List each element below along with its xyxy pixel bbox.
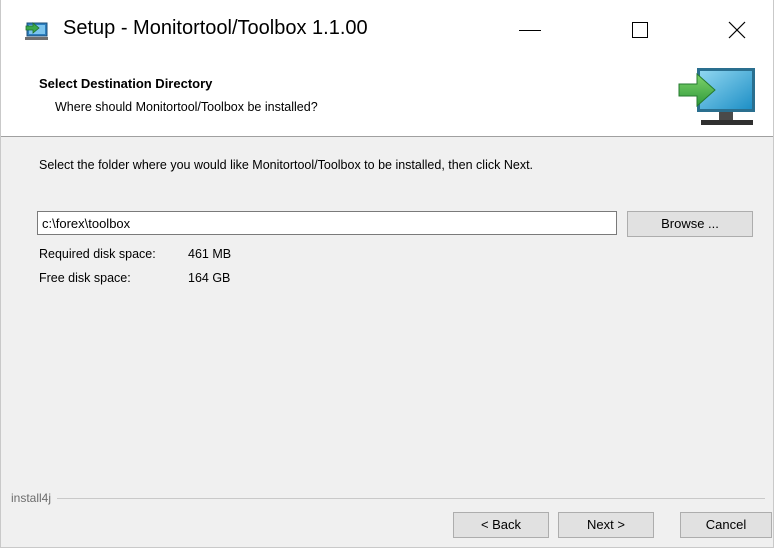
minimize-icon	[519, 29, 541, 31]
free-space-row: Free disk space: 164 GB	[39, 271, 230, 285]
install-arrow-icon	[25, 22, 48, 40]
back-button[interactable]: < Back	[453, 512, 549, 538]
maximize-icon	[632, 22, 648, 38]
monitor-arrow-icon	[678, 68, 755, 125]
browse-button[interactable]: Browse ...	[627, 211, 753, 237]
instruction-text: Select the folder where you would like M…	[39, 158, 534, 172]
title-bar[interactable]: Setup - Monitortool/Toolbox 1.1.00	[1, 0, 773, 60]
cancel-button[interactable]: Cancel	[680, 512, 772, 538]
page-subtitle: Where should Monitortool/Toolbox be inst…	[55, 100, 318, 114]
free-space-value: 164 GB	[188, 271, 231, 285]
required-space-row: Required disk space: 461 MB	[39, 247, 231, 261]
close-button[interactable]	[701, 0, 773, 60]
page-title: Select Destination Directory	[39, 76, 213, 91]
install4j-branding: install4j	[11, 491, 58, 505]
maximize-button[interactable]	[604, 0, 676, 60]
required-space-label: Required disk space:	[39, 247, 156, 261]
wizard-header: Select Destination Directory Where shoul…	[1, 60, 773, 137]
setup-window: Setup - Monitortool/Toolbox 1.1.00 Selec…	[0, 0, 774, 548]
destination-path-input[interactable]	[37, 211, 617, 235]
free-space-label: Free disk space:	[39, 271, 131, 285]
required-space-value: 461 MB	[188, 247, 232, 261]
window-title: Setup - Monitortool/Toolbox 1.1.00	[63, 17, 368, 39]
close-icon	[728, 21, 746, 39]
minimize-button[interactable]	[494, 0, 566, 60]
footer-divider	[11, 498, 765, 499]
next-button[interactable]: Next >	[558, 512, 654, 538]
